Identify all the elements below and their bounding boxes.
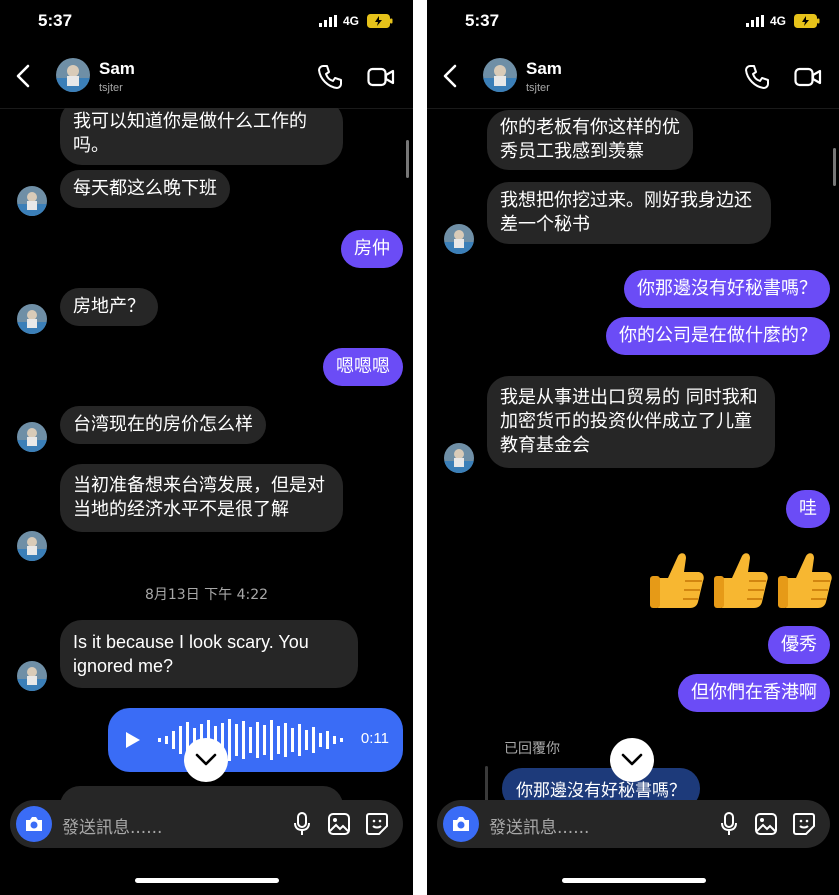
chat-screen-left: 5:37 4G Sam tsjter 我可以知道你是做什么工作的吗。 每天都这么… [0, 0, 413, 895]
image-icon[interactable] [754, 812, 778, 836]
scroll-indicator[interactable] [833, 148, 836, 186]
message-bubble[interactable]: 房地产？ [60, 288, 158, 326]
chat-header: Sam tsjter [0, 44, 413, 109]
thumbs-up-emoji[interactable] [712, 548, 770, 610]
battery-icon [794, 14, 820, 28]
avatar[interactable] [483, 58, 517, 92]
camera-button[interactable] [443, 806, 479, 842]
chat-header: Sam tsjter [427, 44, 839, 109]
message-input[interactable]: 發送訊息...... [62, 813, 162, 838]
message-bubble[interactable]: 我想把你挖过来。刚好我身边还差一个秘书 [487, 182, 771, 244]
status-time: 5:37 [465, 11, 500, 30]
message-bubble[interactable]: 我是从事进出口贸易的 同时我和加密货币的投资伙伴成立了儿童教育基金会 [487, 376, 775, 468]
message-composer: 發送訊息...... [10, 800, 403, 848]
message-bubble[interactable]: 当初准备想来台湾发展，但是对当地的经济水平不是很了解 [60, 464, 343, 532]
thumbs-up-emoji[interactable] [776, 548, 834, 610]
message-bubble[interactable]: 優秀 [768, 626, 830, 664]
battery-icon [367, 14, 393, 28]
chevron-down-icon [621, 753, 643, 766]
status-bar: 5:37 4G [427, 0, 839, 44]
message-bubble[interactable]: 你的公司是在做什麼的？ [606, 317, 830, 355]
scroll-down-button[interactable] [610, 738, 654, 782]
message-bubble[interactable]: 你的老板有你这样的优秀员工我感到羡慕 [487, 110, 693, 170]
chevron-left-icon[interactable] [16, 64, 30, 88]
avatar [444, 224, 474, 254]
contact-name[interactable]: Sam [526, 59, 562, 79]
message-bubble[interactable]: 每天都这么晚下班 [60, 170, 230, 208]
message-bubble[interactable]: 哇 [786, 490, 830, 528]
home-indicator [562, 878, 706, 883]
camera-icon [26, 817, 42, 831]
message-list[interactable]: 你的老板有你这样的优秀员工我感到羡慕 我想把你挖过来。刚好我身边还差一个秘书 你… [427, 108, 839, 800]
avatar [17, 531, 47, 561]
camera-icon [453, 817, 469, 831]
image-icon[interactable] [327, 812, 351, 836]
contact-handle: tsjter [99, 82, 123, 94]
camera-button[interactable] [16, 806, 52, 842]
avatar [17, 422, 47, 452]
message-bubble[interactable]: 嗯嗯嗯 [323, 348, 403, 386]
phone-icon[interactable] [317, 64, 343, 90]
message-bubble[interactable]: 台湾现在的房价怎么样 [60, 406, 266, 444]
chat-screen-right: 5:37 4G Sam tsjter 你的老板有你这样的优秀员工我感到羡慕 我想… [427, 0, 839, 895]
chevron-down-icon [195, 753, 217, 766]
message-bubble[interactable]: 我可以知道你是做什么工作的吗。 [60, 108, 343, 165]
avatar [17, 304, 47, 334]
scroll-down-button[interactable] [184, 738, 228, 782]
sticker-icon[interactable] [792, 812, 816, 836]
voice-duration: 0:11 [360, 730, 389, 747]
message-input[interactable]: 發送訊息...... [489, 813, 589, 838]
avatar[interactable] [56, 58, 90, 92]
network-label: 4G [769, 14, 786, 28]
message-bubble[interactable]: 房仲 [341, 230, 403, 268]
thumbs-up-emoji[interactable] [648, 548, 706, 610]
status-time: 5:37 [38, 11, 73, 30]
message-list[interactable]: 我可以知道你是做什么工作的吗。 每天都这么晚下班 房仲 房地产？ 嗯嗯嗯 台湾现… [0, 108, 413, 800]
replied-label: 已回覆你 [504, 741, 560, 757]
chevron-left-icon[interactable] [443, 64, 457, 88]
microphone-icon[interactable] [293, 812, 311, 836]
message-bubble[interactable]: 你那邊沒有好秘書嗎？ [624, 270, 830, 308]
voice-message[interactable]: 0:11 [108, 708, 403, 772]
signal-icon [319, 15, 337, 27]
home-indicator [135, 878, 279, 883]
sticker-icon[interactable] [365, 812, 389, 836]
video-camera-icon[interactable] [794, 66, 822, 88]
video-camera-icon[interactable] [367, 66, 395, 88]
network-label: 4G [342, 14, 359, 28]
scroll-indicator[interactable] [406, 140, 409, 178]
phone-icon[interactable] [744, 64, 770, 90]
play-icon[interactable] [125, 731, 141, 749]
status-bar: 5:37 4G [0, 0, 413, 44]
signal-icon [746, 15, 764, 27]
message-bubble[interactable]: Is it because I look scary. You ignored … [60, 620, 358, 688]
message-bubble[interactable]: 但你們在香港啊 [678, 674, 830, 712]
contact-name[interactable]: Sam [99, 59, 135, 79]
contact-handle: tsjter [526, 82, 550, 94]
avatar [17, 186, 47, 216]
microphone-icon[interactable] [720, 812, 738, 836]
partial-message-bubble [60, 786, 343, 800]
message-composer: 發送訊息...... [437, 800, 830, 848]
avatar [17, 661, 47, 691]
reply-bar [485, 766, 488, 800]
timestamp: 8月13日 下午 4:22 [144, 587, 269, 603]
thumbs-up-row [642, 548, 834, 614]
quoted-message[interactable]: 你那邊沒有好秘書嗎？ [502, 768, 700, 800]
avatar [444, 443, 474, 473]
